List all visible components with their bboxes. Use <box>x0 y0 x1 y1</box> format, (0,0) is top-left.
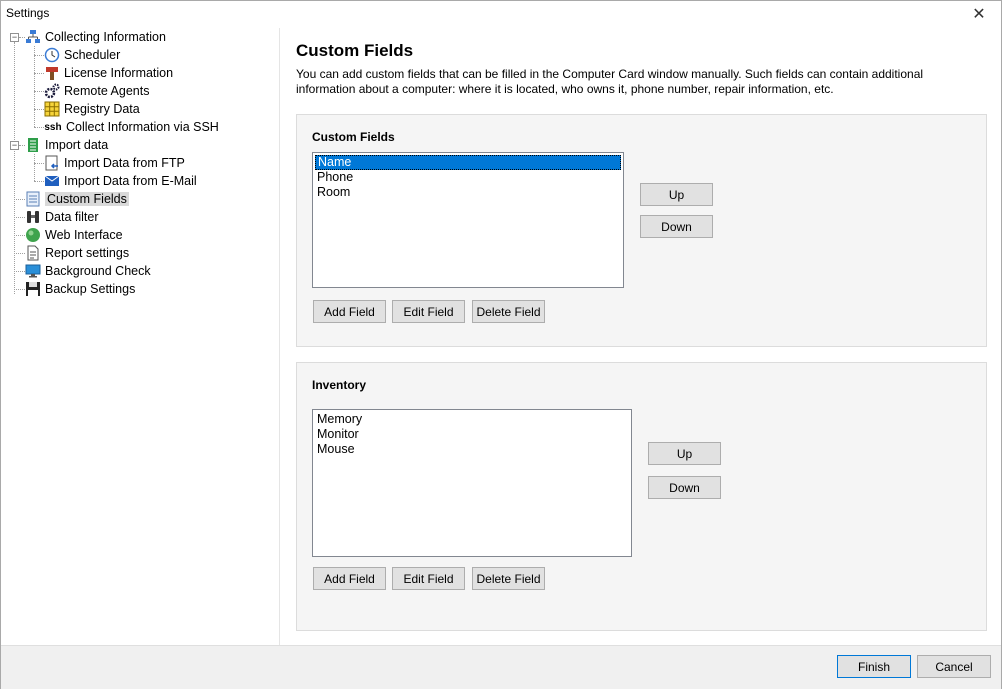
license-icon <box>44 65 60 81</box>
settings-tree: − − Collecting Information Scheduler Lic… <box>1 28 280 645</box>
tree-line <box>34 127 44 128</box>
tree-line <box>14 235 25 236</box>
tree-item-label: Registry Data <box>64 102 140 116</box>
import-icon <box>25 137 41 153</box>
tree-item-label: Import Data from FTP <box>64 156 185 170</box>
tree-item-registry-data[interactable]: Registry Data <box>44 100 140 118</box>
floppy-icon <box>25 281 41 297</box>
tree-item-label: Custom Fields <box>45 192 129 206</box>
collapse-toggle-collecting[interactable]: − <box>10 33 19 42</box>
tree-line <box>14 253 25 254</box>
custom-fields-group: Custom Fields Name Phone Room Up Down Ad… <box>296 114 987 347</box>
move-down-button[interactable]: Down <box>640 215 713 238</box>
tree-item-label: Import data <box>45 138 109 152</box>
tree-item-license-information[interactable]: License Information <box>44 64 173 82</box>
binoculars-icon <box>25 209 41 225</box>
inventory-move-down-button[interactable]: Down <box>648 476 721 499</box>
tree-item-label: Scheduler <box>64 48 121 62</box>
move-up-button[interactable]: Up <box>640 183 713 206</box>
tree-item-label: Background Check <box>45 264 151 278</box>
ssh-icon: ssh <box>44 121 62 133</box>
settings-window: Settings ✕ − − Collecting Information Sc… <box>0 0 1002 689</box>
edit-field-button[interactable]: Edit Field <box>392 300 465 323</box>
tree-item-collect-ssh[interactable]: ssh Collect Information via SSH <box>44 118 219 136</box>
list-item[interactable]: Name <box>315 155 621 170</box>
tree-item-label: Collecting Information <box>45 30 166 44</box>
list-item[interactable]: Monitor <box>315 427 629 442</box>
registry-grid-icon <box>44 101 60 117</box>
tree-item-data-filter[interactable]: Data filter <box>25 208 99 226</box>
cancel-button[interactable]: Cancel <box>917 655 991 678</box>
globe-icon <box>25 227 41 243</box>
tree-item-custom-fields[interactable]: Custom Fields <box>25 190 129 208</box>
tree-line <box>34 91 44 92</box>
tree-item-collecting-information[interactable]: Collecting Information <box>25 28 166 46</box>
inventory-add-field-button[interactable]: Add Field <box>313 567 386 590</box>
ftp-import-icon <box>44 155 60 171</box>
tree-item-label: Web Interface <box>45 228 123 242</box>
tree-item-import-email[interactable]: Import Data from E-Mail <box>44 172 197 190</box>
inventory-move-up-button[interactable]: Up <box>648 442 721 465</box>
tree-item-import-ftp[interactable]: Import Data from FTP <box>44 154 185 172</box>
tree-line <box>14 42 15 294</box>
report-icon <box>25 245 41 261</box>
tree-item-backup-settings[interactable]: Backup Settings <box>25 280 135 298</box>
delete-field-button[interactable]: Delete Field <box>472 300 545 323</box>
add-field-button[interactable]: Add Field <box>313 300 386 323</box>
tree-item-scheduler[interactable]: Scheduler <box>44 46 120 64</box>
tree-line <box>34 181 44 182</box>
list-icon <box>25 191 41 207</box>
inventory-list[interactable]: Memory Monitor Mouse <box>312 409 632 557</box>
tree-line <box>34 154 35 181</box>
list-item[interactable]: Room <box>315 185 621 200</box>
tree-item-label: Collect Information via SSH <box>66 120 219 134</box>
tree-line <box>34 73 44 74</box>
tree-line <box>34 55 44 56</box>
tree-line <box>14 217 25 218</box>
email-import-icon <box>44 173 60 189</box>
tree-line <box>34 46 35 127</box>
close-icon[interactable]: ✕ <box>957 1 1001 27</box>
monitor-icon <box>25 263 41 279</box>
tree-item-label: License Information <box>64 66 174 80</box>
group-title: Inventory <box>312 378 367 392</box>
tree-line <box>14 289 25 290</box>
title-bar: Settings ✕ <box>1 1 1001 27</box>
list-item[interactable]: Memory <box>315 412 629 427</box>
inventory-edit-field-button[interactable]: Edit Field <box>392 567 465 590</box>
content-panel: Custom Fields You can add custom fields … <box>281 28 1001 645</box>
group-title: Custom Fields <box>312 130 395 144</box>
tree-item-import-data[interactable]: Import data <box>25 136 108 154</box>
window-title: Settings <box>6 6 50 20</box>
inventory-group: Inventory Memory Monitor Mouse Up Down A… <box>296 362 987 631</box>
tree-item-label: Backup Settings <box>45 282 136 296</box>
tree-line <box>34 163 44 164</box>
inventory-delete-field-button[interactable]: Delete Field <box>472 567 545 590</box>
dialog-footer: Finish Cancel <box>1 645 1001 689</box>
finish-button[interactable]: Finish <box>837 655 911 678</box>
list-item[interactable]: Mouse <box>315 442 629 457</box>
tree-line <box>34 109 44 110</box>
tree-item-label: Data filter <box>45 210 99 224</box>
gears-icon <box>44 83 60 99</box>
network-icon <box>25 29 41 45</box>
tree-item-background-check[interactable]: Background Check <box>25 262 151 280</box>
page-description: You can add custom fields that can be fi… <box>296 67 924 96</box>
tree-line <box>14 199 25 200</box>
page-title: Custom Fields <box>296 41 414 60</box>
tree-item-report-settings[interactable]: Report settings <box>25 244 129 262</box>
collapse-toggle-import[interactable]: − <box>10 141 19 150</box>
tree-item-web-interface[interactable]: Web Interface <box>25 226 123 244</box>
tree-item-label: Report settings <box>45 246 130 260</box>
tree-item-label: Import Data from E-Mail <box>64 174 197 188</box>
clock-icon <box>44 47 60 63</box>
custom-fields-list[interactable]: Name Phone Room <box>312 152 624 288</box>
tree-item-remote-agents[interactable]: Remote Agents <box>44 82 149 100</box>
list-item[interactable]: Phone <box>315 170 621 185</box>
tree-item-label: Remote Agents <box>64 84 150 98</box>
tree-line <box>14 271 25 272</box>
